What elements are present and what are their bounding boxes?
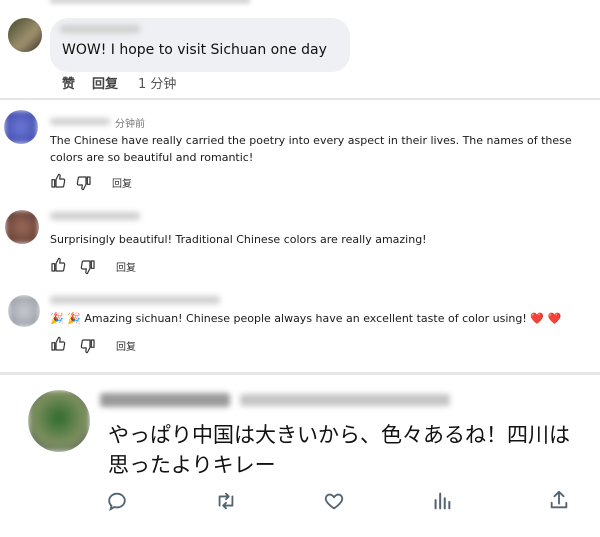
comment-time: 分钟前 (115, 119, 145, 130)
avatar[interactable] (28, 390, 90, 452)
thumbs-down-icon[interactable] (80, 259, 96, 275)
avatar[interactable] (8, 18, 42, 52)
commenter-name[interactable] (50, 296, 220, 304)
like-link[interactable]: 赞 (62, 73, 75, 92)
reply-button[interactable]: 回复 (116, 338, 136, 353)
thumbs-up-icon[interactable] (50, 173, 66, 189)
thumbs-down-icon[interactable] (80, 338, 96, 354)
handle[interactable] (240, 394, 450, 406)
display-name[interactable] (100, 393, 230, 407)
thumbs-down-icon[interactable] (76, 175, 92, 191)
tweet-text: やっぱり中国は大きいから、色々あるね！四川は思ったよりキレー (108, 423, 570, 477)
retweet-icon[interactable] (214, 490, 238, 512)
avatar[interactable] (4, 110, 38, 144)
commenter-name[interactable] (50, 118, 110, 125)
reply-button[interactable]: 回复 (116, 259, 136, 274)
share-icon[interactable] (548, 489, 570, 511)
reply-button[interactable]: 回复 (112, 175, 132, 190)
comment-text: Surprisingly beautiful! Traditional Chin… (50, 233, 427, 246)
commenter-name[interactable] (60, 25, 140, 33)
comment-text: 🎉 🎉 Amazing sichuan! Chinese people alwa… (50, 312, 562, 325)
comment-text: WOW! I hope to visit Sichuan one day (62, 42, 327, 58)
thumbs-up-icon[interactable] (50, 257, 66, 273)
avatar[interactable] (5, 210, 39, 244)
comment-text: The Chinese have really carried the poet… (50, 134, 572, 164)
reply-link[interactable]: 回复 (92, 73, 118, 92)
reply-icon[interactable] (106, 490, 128, 512)
comment-time: 1 分钟 (138, 77, 177, 92)
commenter-name[interactable] (50, 212, 140, 220)
like-icon[interactable] (322, 490, 346, 512)
avatar[interactable] (8, 295, 40, 327)
clipped-top-line (50, 0, 250, 4)
section-divider (0, 98, 600, 100)
thumbs-up-icon[interactable] (50, 336, 66, 352)
views-icon[interactable] (431, 490, 453, 512)
section-divider (0, 372, 600, 375)
